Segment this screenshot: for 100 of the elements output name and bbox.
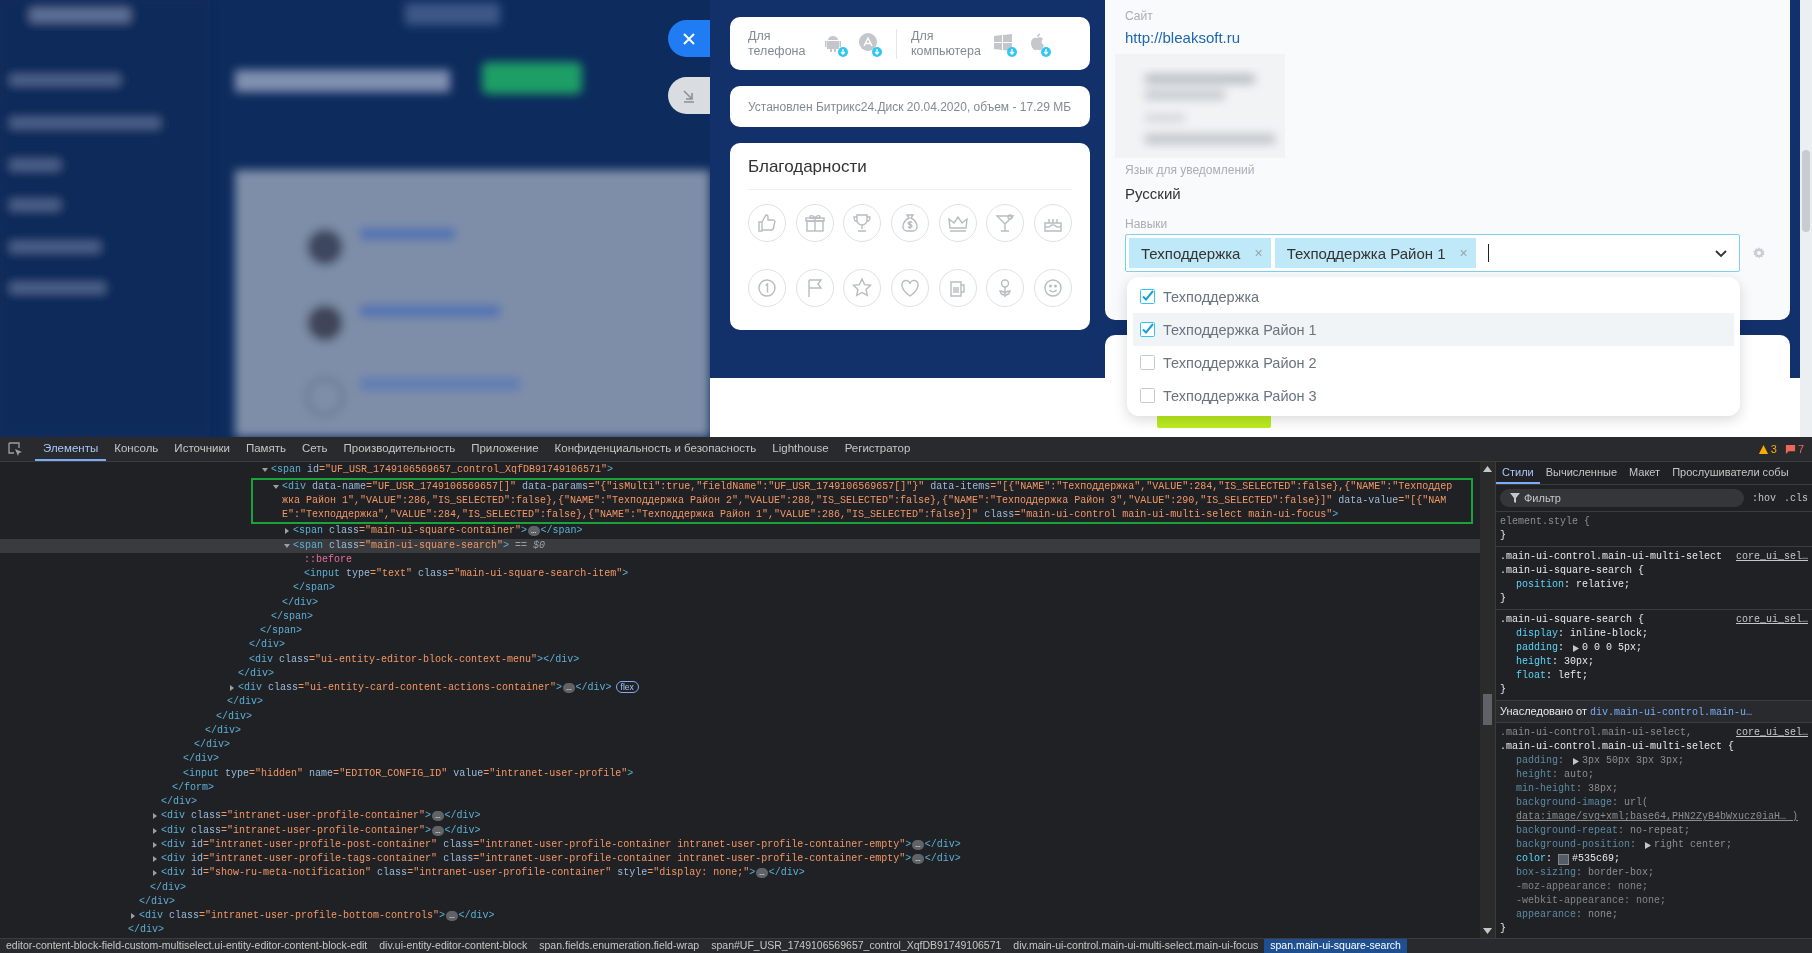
css-declaration[interactable]: min-height: 38px;	[1500, 782, 1808, 797]
field-label: Навыки	[1125, 216, 1169, 232]
dropdown-option[interactable]: Техподдержка Район 2	[1133, 346, 1734, 379]
card-title: Благодарности	[748, 157, 1072, 190]
css-declaration[interactable]: height: 30px;	[1500, 655, 1808, 670]
multi-select-field[interactable]: Техподдержка × Техподдержка Район 1 ×	[1125, 234, 1740, 272]
scrollbar[interactable]	[1480, 462, 1496, 939]
expand-arrow-icon[interactable]	[1573, 644, 1580, 652]
devtools-tab[interactable]: Производительность	[335, 437, 464, 462]
styles-tab[interactable]: Стили	[1496, 462, 1540, 485]
css-declaration[interactable]: box-sizing: border-box;	[1500, 866, 1808, 881]
devtools-tab[interactable]: Lighthouse	[764, 437, 837, 462]
element-link[interactable]: div.main-ui-control.main-u…	[1590, 707, 1753, 719]
breadcrumb[interactable]: span.main-ui-square-search	[1264, 939, 1407, 953]
data-url-link[interactable]: data:image/svg+xml;base64,PHN2ZyB4bWxucz0iaH… )	[1500, 810, 1808, 825]
collapsed-content-button[interactable]: …	[912, 839, 924, 850]
inherited-label: Унаследовано от	[1500, 705, 1589, 718]
inspect-icon[interactable]	[7, 441, 23, 457]
scroll-down-icon[interactable]	[1483, 928, 1492, 935]
code-line: </div>	[161, 796, 198, 808]
code-line: <div id="intranet-user-profile-tags-container" class="intranet-user-profile-container intranet-user-profile-container-empty">	[161, 853, 912, 865]
collapsed-content-button[interactable]: …	[432, 825, 444, 836]
code-line: </div>	[458, 910, 495, 922]
code-line: </div>	[238, 667, 275, 679]
styles-tab[interactable]: Вычисленные	[1539, 462, 1624, 485]
dropdown-option[interactable]: Техподдержка Район 1	[1133, 313, 1734, 346]
close-button[interactable]	[668, 20, 710, 57]
toggle-button[interactable]: :hov	[1751, 492, 1776, 504]
checkbox[interactable]	[1140, 289, 1155, 304]
code-line: </div>	[227, 696, 264, 708]
errors-button[interactable]: 7	[1784, 443, 1804, 456]
scrollbar-thumb[interactable]	[1483, 694, 1492, 726]
filter-field[interactable]: Фильтр	[1500, 489, 1744, 508]
css-declaration[interactable]: background-repeat: no-repeat;	[1500, 824, 1808, 839]
color-swatch[interactable]	[1558, 853, 1570, 865]
tag-label: Техподдержка	[1141, 244, 1241, 262]
rule-close: }	[1500, 529, 1507, 544]
selected-row[interactable]: <span class="main-ui-square-search"> == $0	[0, 538, 1480, 553]
expand-arrow-icon[interactable]	[1645, 841, 1652, 849]
expand-arrow-icon[interactable]	[1573, 757, 1580, 765]
scrollbar[interactable]	[1800, 0, 1812, 437]
option-label: Техподдержка Район 2	[1163, 354, 1317, 371]
settings-icon[interactable]	[1752, 246, 1766, 260]
scroll-up-icon[interactable]	[1483, 466, 1492, 473]
css-declaration[interactable]: appearance: none;	[1500, 908, 1808, 923]
code-line: </div>	[444, 810, 481, 822]
code-line: <span class="main-ui-square-search">	[293, 539, 510, 551]
breadcrumb[interactable]: div.main-ui-control.main-ui-multi-select.main-ui-focus	[1007, 939, 1265, 953]
breadcrumb[interactable]: span#UF_USR_1749106569657_control_XqfDB91749106571	[705, 939, 1008, 953]
website-link[interactable]: http://bleaksoft.ru	[1125, 28, 1241, 48]
source-link[interactable]: core_ui_sel…	[1736, 550, 1808, 565]
css-declaration[interactable]: -moz-appearance: none;	[1500, 880, 1808, 895]
breadcrumb[interactable]: editor-content-block-field-custom-multiselect.ui-entity-editor-content-block-edit	[0, 939, 374, 953]
collapsed-content-button[interactable]: …	[528, 526, 540, 537]
code-line: </div>	[150, 881, 187, 893]
dropdown-option[interactable]: Техподдержка	[1133, 280, 1734, 313]
devtools-tab[interactable]: Конфиденциальность и безопасность	[546, 437, 765, 462]
css-declaration[interactable]: background-position: right center;	[1500, 838, 1808, 853]
devtools-tab[interactable]: Сеть	[293, 437, 336, 462]
devtools-tab[interactable]: Память	[237, 437, 294, 462]
scrollbar-thumb[interactable]	[1802, 150, 1810, 232]
css-declaration[interactable]: padding: 0 0 0 5px;	[1500, 641, 1808, 656]
css-declaration[interactable]: float: left;	[1500, 669, 1808, 684]
code-line: </div>	[444, 824, 481, 836]
collapsed-content-button[interactable]: …	[563, 683, 575, 694]
checkbox[interactable]	[1140, 355, 1155, 370]
devtools-tab[interactable]: Источники	[166, 437, 238, 462]
checkbox[interactable]	[1140, 322, 1155, 337]
source-link[interactable]: core_ui_sel…	[1736, 613, 1808, 628]
checkbox[interactable]	[1140, 388, 1155, 403]
code-line: </form>	[172, 781, 215, 793]
breadcrumb[interactable]: span.fields.enumeration.field-wrap	[533, 939, 706, 953]
minimize-button[interactable]	[668, 77, 710, 114]
devtools-tab[interactable]: Элементы	[35, 437, 107, 462]
collapsed-content-button[interactable]: …	[756, 868, 768, 879]
styles-tab[interactable]: Прослушиватели собы	[1666, 462, 1795, 485]
devtools-tab[interactable]: Консоль	[106, 437, 167, 462]
collapsed-content-button[interactable]: …	[446, 911, 458, 922]
css-declaration[interactable]: background-image: url(	[1500, 796, 1808, 811]
rule-close: }	[1500, 922, 1507, 937]
devtools-tab[interactable]: Приложение	[463, 437, 547, 462]
letter-a-download-icon[interactable]	[856, 30, 882, 57]
warnings-button[interactable]: 3	[1757, 443, 1777, 456]
css-declaration[interactable]: padding: 3px 50px 3px 3px;	[1500, 754, 1808, 769]
css-declaration[interactable]: color: #535c69;	[1500, 852, 1808, 867]
css-declaration[interactable]: position: relative;	[1500, 578, 1808, 593]
css-declaration[interactable]: display: inline-block;	[1500, 627, 1808, 642]
breadcrumb[interactable]: div.ui-entity-editor-content-block	[373, 939, 534, 953]
css-declaration[interactable]: height: auto;	[1500, 768, 1808, 783]
devtools-tab[interactable]: Регистратор	[836, 437, 919, 462]
collapsed-content-button[interactable]: …	[912, 854, 924, 865]
collapsed-content-button[interactable]: …	[432, 811, 444, 822]
css-selector: .main-ui-control.main-ui-multi-select {	[1500, 740, 1735, 755]
code-line: </span>	[540, 525, 583, 537]
styles-tab[interactable]: Макет	[1623, 462, 1667, 485]
code-line: ::before	[304, 553, 352, 565]
toggle-button[interactable]: .cls	[1784, 492, 1808, 504]
css-declaration[interactable]: -webkit-appearance: none;	[1500, 894, 1808, 909]
source-link[interactable]: core_ui_sel…	[1736, 726, 1808, 741]
code-line: </div>	[205, 724, 242, 736]
